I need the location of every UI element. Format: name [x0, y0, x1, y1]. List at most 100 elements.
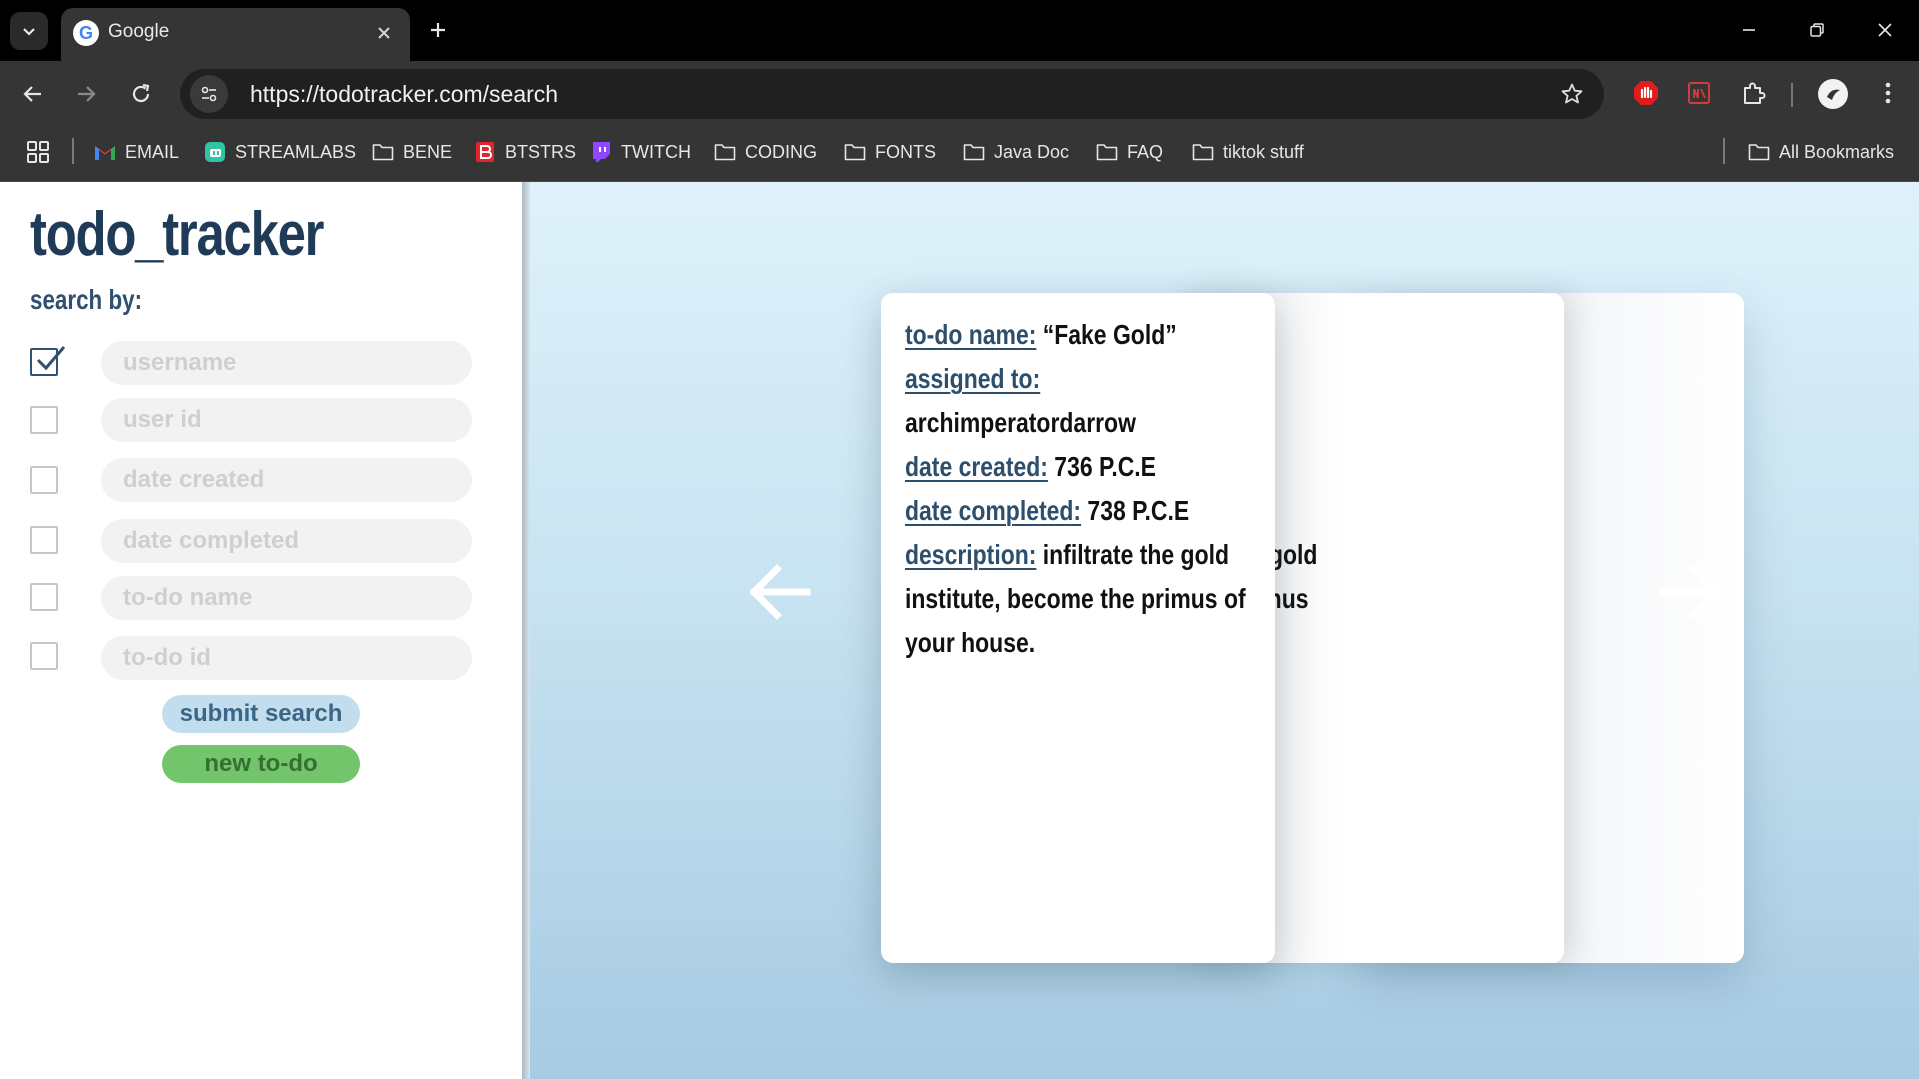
streamlabs-icon	[204, 141, 226, 163]
new-tab-button[interactable]	[420, 12, 456, 48]
close-window-button[interactable]	[1860, 10, 1910, 50]
forward-button[interactable]	[65, 73, 107, 115]
folder-icon	[1748, 141, 1770, 163]
bookmark-label: FONTS	[875, 141, 936, 162]
bookmark-label: Java Doc	[994, 141, 1070, 162]
profile-avatar[interactable]	[1818, 79, 1848, 109]
user-id-checkbox[interactable]	[30, 406, 58, 434]
close-icon	[1878, 23, 1892, 37]
minimize-icon	[1743, 29, 1755, 31]
web-page: todo_tracker search by: submit search ne…	[0, 182, 1919, 1079]
bookmark-coding[interactable]: CODING	[714, 136, 817, 168]
bookmark-star-icon[interactable]	[1558, 80, 1586, 108]
folder-icon	[372, 141, 394, 163]
bookmark-label: STREAMLABS	[235, 141, 357, 162]
folder-icon	[1096, 141, 1118, 163]
new-todo-button[interactable]: new to-do	[162, 745, 360, 783]
bookmark-label: BENE	[403, 141, 453, 162]
bookmark-divider	[72, 138, 74, 164]
result-card-active[interactable]: to-do name: “Fake Gold” assigned to: arc…	[881, 293, 1275, 963]
date-created-label: date created:	[905, 451, 1048, 482]
extensions-puzzle-icon[interactable]	[1737, 77, 1769, 109]
bookmarks-bar: EMAIL STREAMLABS BENE BTSTRS TWITCH CODI…	[0, 126, 1919, 182]
chevron-down-icon	[23, 28, 35, 36]
search-sidebar: todo_tracker search by: submit search ne…	[0, 182, 522, 1079]
user-id-field[interactable]	[101, 398, 472, 442]
bookmark-faq[interactable]: FAQ	[1096, 136, 1163, 168]
kebab-menu-icon	[1885, 82, 1891, 104]
username-checkbox[interactable]	[30, 346, 66, 376]
bookmark-label: tiktok stuff	[1223, 141, 1304, 162]
todo-name-value: “Fake Gold”	[1042, 319, 1177, 350]
bookmark-btstrs[interactable]: BTSTRS	[474, 136, 576, 168]
folder-icon	[714, 141, 736, 163]
plus-icon	[431, 23, 445, 37]
browser-tab-active[interactable]: G Google	[61, 8, 410, 61]
bookmark-streamlabs[interactable]: STREAMLABS	[204, 136, 356, 168]
twitch-icon	[590, 141, 612, 163]
arrow-left-icon	[23, 86, 41, 102]
results-carousel: ” v E C.E the gold rimus e Gold” arrow 6…	[522, 182, 1919, 1079]
date-created-field[interactable]	[101, 458, 472, 502]
address-bar[interactable]: https://todotracker.com/search	[180, 69, 1604, 119]
folder-icon	[963, 141, 985, 163]
reload-button[interactable]	[120, 73, 162, 115]
card-description-row: description: infiltrate the gold institu…	[905, 533, 1249, 665]
gmail-icon	[94, 141, 116, 163]
bookmark-bene[interactable]: BENE	[372, 136, 452, 168]
checkmark-icon	[36, 346, 66, 371]
date-completed-label: date completed:	[905, 495, 1082, 526]
restore-icon	[1810, 23, 1824, 37]
pdf-extension-icon[interactable]	[1683, 77, 1715, 109]
app-title: todo_tracker	[30, 200, 324, 269]
assigned-to-label: assigned to:	[905, 363, 1041, 394]
todo-name-checkbox[interactable]	[30, 583, 58, 611]
tab-close-button[interactable]	[369, 18, 399, 48]
todo-id-field[interactable]	[101, 636, 472, 680]
bookmark-java-doc[interactable]: Java Doc	[963, 136, 1069, 168]
submit-search-button[interactable]: submit search	[162, 695, 360, 733]
btstrs-icon	[474, 141, 496, 163]
card-date-created-row: date created: 736 P.C.E	[905, 445, 1249, 489]
browser-toolbar: https://todotracker.com/search	[0, 61, 1919, 126]
card-todo-name-row: to-do name: “Fake Gold”	[905, 313, 1249, 357]
date-completed-value: 738 P.C.E	[1087, 495, 1190, 526]
username-field[interactable]	[101, 341, 472, 385]
tab-search-button[interactable]	[10, 12, 48, 50]
google-icon: G	[73, 20, 99, 46]
assigned-to-value: archimperatordarrow	[905, 407, 1136, 438]
folder-icon	[844, 141, 866, 163]
arrow-right-icon	[78, 86, 96, 102]
apps-grid-icon[interactable]	[26, 140, 50, 164]
assigned-to-label-row: assigned to:	[905, 357, 1249, 401]
toolbar-divider	[1791, 83, 1793, 107]
date-completed-checkbox[interactable]	[30, 526, 58, 554]
browser-menu-button[interactable]	[1872, 77, 1904, 109]
restore-button[interactable]	[1792, 10, 1842, 50]
bookmark-divider	[1723, 138, 1725, 164]
bookmark-label: BTSTRS	[505, 141, 577, 162]
bookmark-twitch[interactable]: TWITCH	[590, 136, 691, 168]
date-completed-field[interactable]	[101, 519, 472, 563]
bookmark-email[interactable]: EMAIL	[94, 136, 179, 168]
bookmark-label: FAQ	[1127, 141, 1164, 162]
bookmark-fonts[interactable]: FONTS	[844, 136, 936, 168]
todo-name-label: to-do name:	[905, 319, 1037, 350]
bookmark-label: EMAIL	[125, 141, 180, 162]
site-settings-icon[interactable]	[190, 75, 228, 113]
todo-name-field[interactable]	[101, 576, 472, 620]
back-button[interactable]	[12, 73, 54, 115]
bookmark-tiktok-stuff[interactable]: tiktok stuff	[1192, 136, 1304, 168]
next-result-button[interactable]	[1651, 552, 1731, 632]
folder-icon	[1192, 141, 1214, 163]
close-icon	[378, 27, 390, 39]
url-text[interactable]: https://todotracker.com/search	[250, 81, 558, 108]
previous-result-button[interactable]	[740, 552, 820, 632]
adblock-extension-icon[interactable]	[1630, 77, 1662, 109]
all-bookmarks-button[interactable]: All Bookmarks	[1748, 136, 1894, 168]
bookmark-label: TWITCH	[621, 141, 691, 162]
todo-id-checkbox[interactable]	[30, 642, 58, 670]
date-created-checkbox[interactable]	[30, 466, 58, 494]
minimize-button[interactable]	[1724, 10, 1774, 50]
browser-tab-bar: G Google	[0, 0, 1919, 61]
